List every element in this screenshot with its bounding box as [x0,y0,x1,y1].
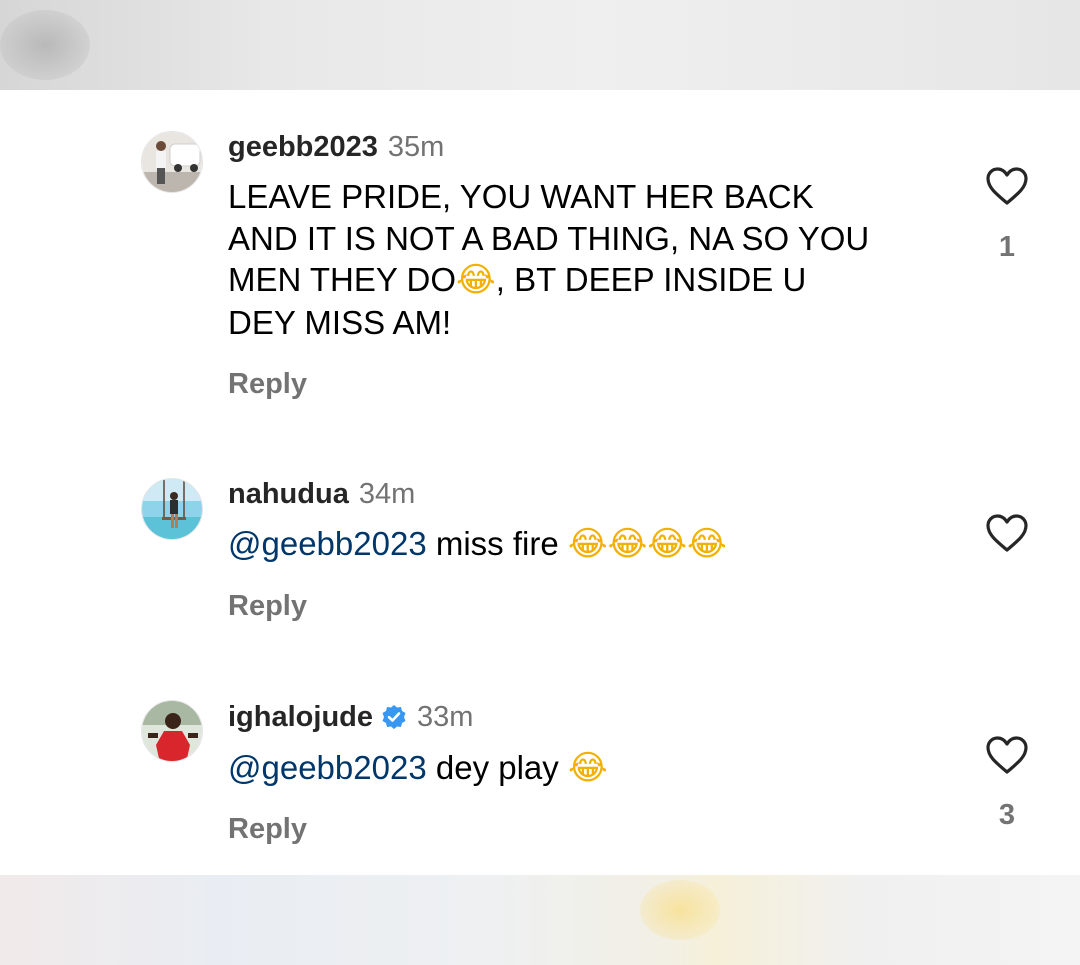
reply-button[interactable]: Reply [228,367,307,401]
verified-badge-icon [381,704,407,730]
reply-button[interactable]: Reply [228,589,307,623]
laughing-emoji-icon: 😂 [567,748,608,788]
comment-text-part: MEN THEY DO [228,261,456,298]
comment-text: LEAVE PRIDE, YOU WANT HER BACK AND IT IS… [228,176,948,343]
heart-icon[interactable] [985,513,1029,553]
blurred-bottom-background [0,875,1080,965]
mention-link[interactable]: @geebb2023 [228,525,427,562]
like-count: 1 [998,231,1016,263]
comment-text-part: miss fire [435,525,559,562]
avatar[interactable] [141,478,203,540]
blur-smudge [0,10,90,80]
comment-text: @geebb2023 dey play 😂 [228,747,948,790]
comment-header: nahudua 34m [228,477,415,511]
comment-line: DEY MISS AM! [228,303,452,341]
heart-icon[interactable] [985,735,1029,775]
comment-text-part: , BT DEEP INSIDE U [495,261,807,298]
comment-header: geebb2023 35m [228,130,444,164]
blur-spot [640,880,720,940]
timestamp: 35m [387,131,445,163]
heart-icon[interactable] [985,166,1029,206]
like-count: 3 [998,799,1016,831]
blurred-top-background [0,0,1080,90]
username[interactable]: ighalojude [228,700,373,734]
username[interactable]: geebb2023 [228,130,378,164]
red-jersey-avatar-icon [142,701,202,761]
mention-link[interactable]: @geebb2023 [228,749,427,786]
comment-line: LEAVE PRIDE, YOU WANT HER BACK [228,178,814,215]
avatar[interactable] [141,700,203,762]
comment-text: @geebb2023 miss fire 😂😂😂😂 [228,523,948,566]
comment-line: MEN THEY DO😂, BT DEEP INSIDE U [228,259,948,302]
car-photo-avatar-icon [142,132,202,192]
laughing-emoji-icon: 😂 [456,260,496,300]
timestamp: 34m [358,478,416,510]
timestamp: 33m [417,701,474,733]
comment-line: AND IT IS NOT A BAD THING, NA SO YOU [228,219,870,257]
username[interactable]: nahudua [228,477,349,511]
comment-text-part: dey play [435,749,559,786]
comment-header: ighalojude 33m [228,700,473,734]
avatar[interactable] [141,131,203,193]
beach-swing-avatar-icon [142,479,202,539]
laughing-emoji-icon: 😂😂😂😂 [567,524,727,564]
reply-button[interactable]: Reply [228,812,307,846]
